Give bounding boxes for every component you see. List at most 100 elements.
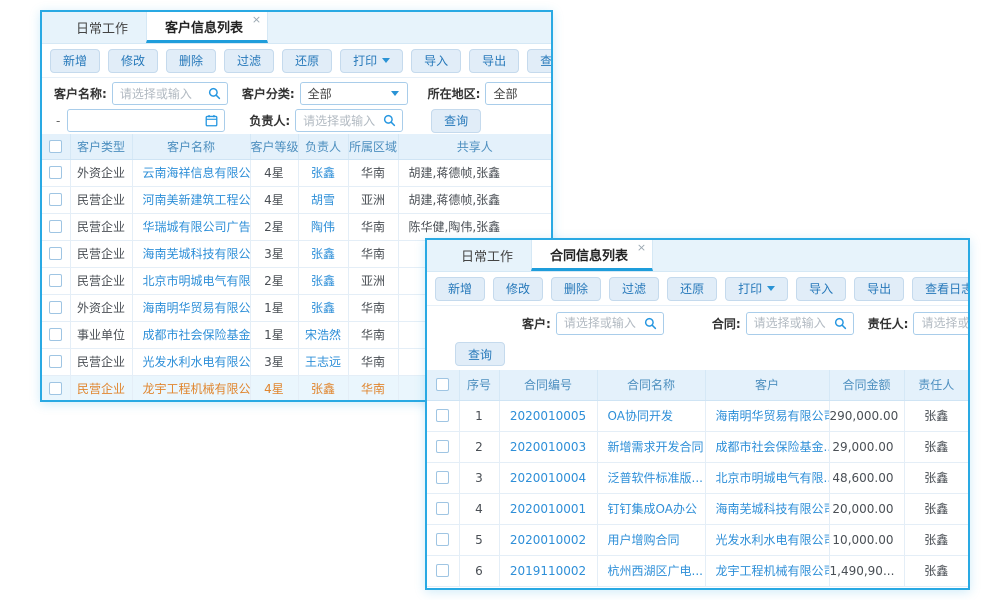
table-row[interactable]: 12020010005OA协同开发海南明华贸易有限公司290,000.00张鑫 — [427, 400, 968, 431]
calendar-icon[interactable] — [205, 114, 218, 127]
table-row[interactable]: 42020010001钉钉集成OA办公海南芜城科技有限公司20,000.00张鑫 — [427, 493, 968, 524]
cell-link[interactable]: 海南芜城科技有限公司 — [132, 240, 250, 267]
cell-link[interactable]: 2020010002 — [499, 524, 597, 555]
add-button[interactable]: 新增 — [435, 277, 485, 301]
owner-input[interactable] — [296, 114, 383, 128]
table-row[interactable]: 外资企业云南海祥信息有限公司4星张鑫华南胡建,蒋德帧,张鑫 — [42, 159, 551, 186]
row-checkbox[interactable] — [49, 328, 62, 341]
cell-link[interactable]: 北京市明城电气有限... — [132, 267, 250, 294]
row-checkbox[interactable] — [436, 564, 449, 577]
customer-input[interactable] — [557, 316, 644, 330]
row-checkbox[interactable] — [49, 355, 62, 368]
import-button[interactable]: 导入 — [411, 49, 461, 73]
cell-link[interactable]: 2020010005 — [499, 400, 597, 431]
delete-button[interactable]: 删除 — [551, 277, 601, 301]
cell-link[interactable]: 张鑫 — [298, 240, 348, 267]
cell-link[interactable]: 龙宇工程机械有限公司 — [132, 375, 250, 402]
edit-button[interactable]: 修改 — [108, 49, 158, 73]
cell-link[interactable]: 王志远 — [298, 348, 348, 375]
owner-input[interactable] — [914, 316, 970, 330]
row-checkbox[interactable] — [49, 274, 62, 287]
row-checkbox[interactable] — [49, 193, 62, 206]
restore-button[interactable]: 还原 — [667, 277, 717, 301]
contract-input[interactable] — [747, 316, 834, 330]
cell-link[interactable]: 龙宇工程机械有限公司 — [705, 555, 829, 586]
query-button[interactable]: 查询 — [431, 109, 481, 133]
tab-daily-work[interactable]: 日常工作 — [443, 240, 531, 271]
cell-link[interactable]: 张鑫 — [298, 159, 348, 186]
cell-link[interactable]: 2020010004 — [499, 462, 597, 493]
select-all-checkbox[interactable] — [436, 378, 449, 391]
cell-link[interactable]: 华瑞城有限公司广告... — [132, 213, 250, 240]
cell-link[interactable]: 胡雪 — [298, 186, 348, 213]
row-checkbox[interactable] — [436, 533, 449, 546]
table-row[interactable]: 22020010003新增需求开发合同成都市社会保险基金...29,000.00… — [427, 431, 968, 462]
cell-link[interactable]: 张鑫 — [298, 267, 348, 294]
print-button[interactable]: 打印 — [340, 49, 403, 73]
search-icon[interactable] — [383, 114, 396, 127]
cell-link[interactable]: OA协同开发 — [597, 400, 705, 431]
cell-link[interactable]: 2019110002 — [499, 555, 597, 586]
cell-link[interactable]: 2020010003 — [499, 431, 597, 462]
query-button[interactable]: 查询 — [455, 342, 505, 366]
cell-link[interactable]: 海南芜城科技有限公司 — [705, 493, 829, 524]
cell-link[interactable]: 泛普软件标准版... — [597, 462, 705, 493]
edit-button[interactable]: 修改 — [493, 277, 543, 301]
add-button[interactable]: 新增 — [50, 49, 100, 73]
cell-link[interactable]: 成都市社会保险基金... — [132, 321, 250, 348]
import-button[interactable]: 导入 — [796, 277, 846, 301]
region-select[interactable]: 全部 — [485, 82, 553, 105]
row-checkbox[interactable] — [436, 471, 449, 484]
search-icon[interactable] — [644, 317, 657, 330]
tab-contract-list[interactable]: 合同信息列表 × — [531, 240, 653, 271]
row-checkbox[interactable] — [436, 409, 449, 422]
cell-link[interactable]: 云南海祥信息有限公司 — [132, 159, 250, 186]
restore-button[interactable]: 还原 — [282, 49, 332, 73]
row-checkbox[interactable] — [49, 166, 62, 179]
view-log-button[interactable]: 查看日志 — [912, 277, 970, 301]
row-checkbox[interactable] — [436, 502, 449, 515]
select-all-checkbox[interactable] — [49, 140, 62, 153]
customer-name-input[interactable] — [113, 87, 208, 101]
cell-link[interactable]: 杭州西湖区广电... — [597, 555, 705, 586]
row-checkbox[interactable] — [49, 247, 62, 260]
cell-link[interactable]: 张鑫 — [298, 294, 348, 321]
cell-link[interactable]: 钉钉集成OA办公 — [597, 493, 705, 524]
delete-button[interactable]: 删除 — [166, 49, 216, 73]
tab-daily-work[interactable]: 日常工作 — [58, 12, 146, 43]
cell-link[interactable]: 张鑫 — [298, 375, 348, 402]
close-icon[interactable]: × — [252, 14, 261, 25]
cell-link[interactable]: 成都市社会保险基金... — [705, 431, 829, 462]
table-row[interactable]: 52020010002用户增购合同光发水利水电有限公司10,000.00张鑫 — [427, 524, 968, 555]
export-button[interactable]: 导出 — [854, 277, 904, 301]
cell-link[interactable]: 北京市明城电气有限... — [705, 462, 829, 493]
cell-link[interactable]: 海南明华贸易有限公司 — [705, 400, 829, 431]
print-button[interactable]: 打印 — [725, 277, 788, 301]
cell-link[interactable]: 河南美新建筑工程公司 — [132, 186, 250, 213]
table-row[interactable]: 62019110002杭州西湖区广电...龙宇工程机械有限公司1,490,90.… — [427, 555, 968, 586]
date-input[interactable] — [68, 114, 205, 128]
search-icon[interactable] — [208, 87, 221, 100]
table-row[interactable]: 民营企业华瑞城有限公司广告...2星陶伟华南陈华健,陶伟,张鑫 — [42, 213, 551, 240]
cell-link[interactable]: 用户增购合同 — [597, 524, 705, 555]
search-icon[interactable] — [834, 317, 847, 330]
row-checkbox[interactable] — [49, 220, 62, 233]
row-checkbox[interactable] — [49, 301, 62, 314]
cell-link[interactable]: 光发水利水电有限公司 — [132, 348, 250, 375]
filter-button[interactable]: 过滤 — [224, 49, 274, 73]
row-checkbox[interactable] — [49, 382, 62, 395]
filter-button[interactable]: 过滤 — [609, 277, 659, 301]
cell-link[interactable]: 陶伟 — [298, 213, 348, 240]
table-row[interactable]: 32020010004泛普软件标准版...北京市明城电气有限...48,600.… — [427, 462, 968, 493]
table-row[interactable]: 民营企业河南美新建筑工程公司4星胡雪亚洲胡建,蒋德帧,张鑫 — [42, 186, 551, 213]
cell-link[interactable]: 新增需求开发合同 — [597, 431, 705, 462]
customer-category-select[interactable]: 全部 — [300, 82, 408, 105]
tab-customer-list[interactable]: 客户信息列表 × — [146, 12, 268, 43]
row-checkbox[interactable] — [436, 440, 449, 453]
cell-link[interactable]: 2020010001 — [499, 493, 597, 524]
close-icon[interactable]: × — [637, 242, 646, 253]
cell-link[interactable]: 海南明华贸易有限公司 — [132, 294, 250, 321]
view-log-button[interactable]: 查看日志 — [527, 49, 553, 73]
cell-link[interactable]: 宋浩然 — [298, 321, 348, 348]
export-button[interactable]: 导出 — [469, 49, 519, 73]
